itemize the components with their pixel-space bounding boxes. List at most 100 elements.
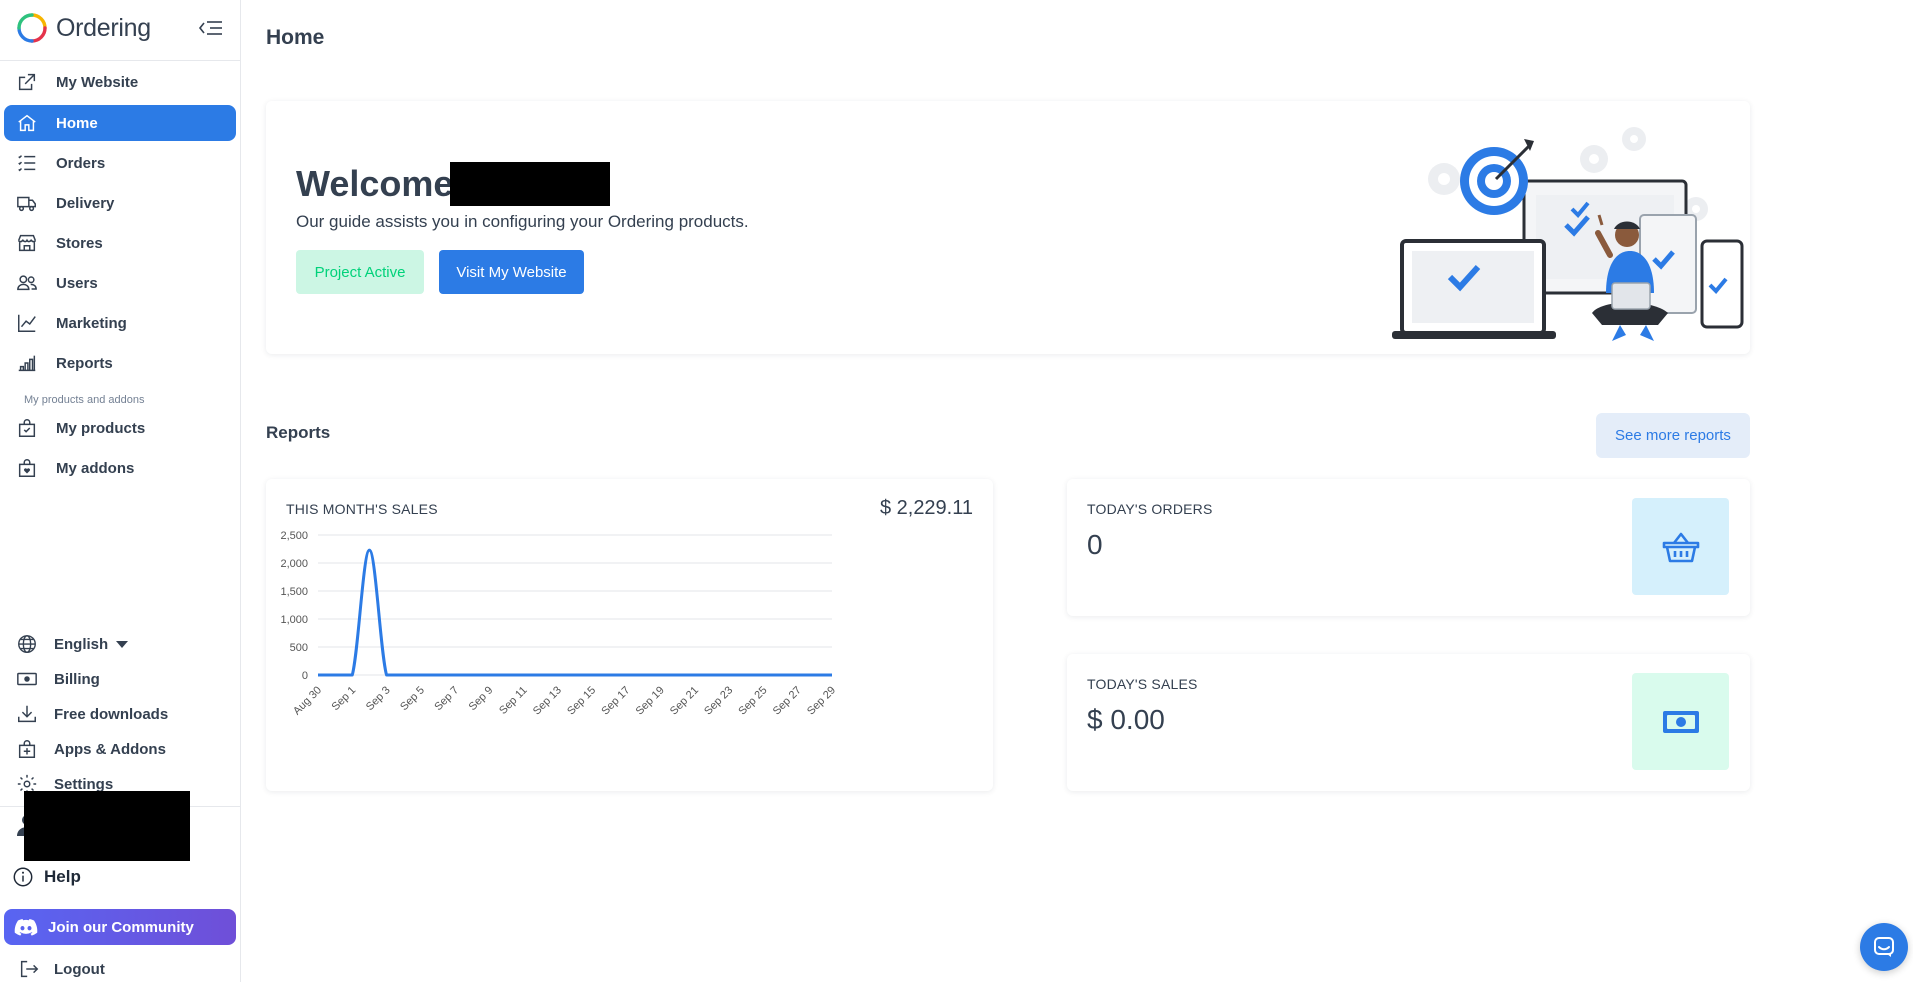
chart-y-tick-label: 2,500 bbox=[280, 530, 308, 542]
cash-icon bbox=[17, 672, 37, 686]
sidebar-item-label: My Website bbox=[56, 73, 139, 91]
chart-x-tick-label: Sep 23 bbox=[702, 684, 735, 717]
todays-sales-label: TODAY'S SALES bbox=[1087, 676, 1198, 692]
chart-y-tick-label: 0 bbox=[302, 670, 308, 682]
bag-plus-icon bbox=[18, 740, 36, 758]
chart-x-tick-label: Sep 9 bbox=[467, 684, 496, 713]
sidebar-item-my-products[interactable]: My products bbox=[4, 410, 236, 446]
ordering-logo-icon bbox=[17, 13, 47, 43]
welcome-title: Welcome bbox=[296, 163, 454, 204]
sidebar-item-label: Free downloads bbox=[54, 705, 169, 723]
todays-sales-card: TODAY'S SALES $ 0.00 bbox=[1067, 654, 1750, 791]
chart-x-tick-label: Aug 30 bbox=[291, 684, 324, 717]
sidebar-item-users[interactable]: Users bbox=[4, 265, 236, 301]
sidebar-item-label: My addons bbox=[56, 459, 135, 477]
brand-logo[interactable]: Ordering bbox=[16, 12, 151, 44]
shop-icon bbox=[18, 234, 36, 252]
sidebar-item-apps-addons[interactable]: Apps & Addons bbox=[4, 734, 236, 764]
logout-label: Logout bbox=[54, 960, 105, 978]
language-label: English bbox=[54, 635, 109, 653]
sidebar-item-my-website[interactable]: My Website bbox=[4, 64, 236, 100]
todays-orders-card: TODAY'S ORDERS 0 bbox=[1067, 479, 1750, 616]
chart-series-line bbox=[317, 548, 832, 677]
sidebar-item-label: Billing bbox=[54, 670, 100, 688]
sidebar-item-free-downloads[interactable]: Free downloads bbox=[4, 699, 236, 729]
chart-x-tick-label: Sep 7 bbox=[432, 684, 461, 713]
people-icon bbox=[17, 275, 37, 291]
visit-my-website-button[interactable]: Visit My Website bbox=[439, 250, 584, 294]
chart-x-tick-label: Sep 1 bbox=[330, 684, 359, 713]
join-community-label: Join our Community bbox=[48, 918, 194, 936]
monthly-sales-card: THIS MONTH'S SALES $ 2,229.11 0 500 1,000 1… bbox=[266, 479, 993, 791]
welcome-subtitle: Our guide assists you in configuring you… bbox=[296, 212, 749, 231]
sidebar-item-label: Home bbox=[56, 114, 98, 132]
truck-icon bbox=[17, 196, 36, 212]
logout-icon bbox=[20, 960, 39, 978]
sidebar-item-label: Marketing bbox=[56, 314, 127, 332]
sidebar: Ordering My Website Home Orders Delivery… bbox=[0, 0, 241, 982]
chat-icon bbox=[1874, 937, 1894, 957]
help-link[interactable]: Help bbox=[12, 866, 81, 888]
sidebar-item-label: Settings bbox=[54, 775, 114, 793]
todays-orders-value: 0 bbox=[1087, 529, 1103, 560]
cash-icon bbox=[1662, 710, 1699, 733]
chart-x-tick-label: Sep 5 bbox=[398, 684, 427, 713]
sidebar-item-home[interactable]: Home bbox=[4, 105, 236, 141]
welcome-illustration bbox=[1392, 127, 1744, 341]
collapse-sidebar-button[interactable] bbox=[196, 16, 226, 40]
chart-x-tick-label: Sep 21 bbox=[668, 684, 701, 717]
monthly-sales-label: THIS MONTH'S SALES bbox=[286, 501, 438, 517]
globe-icon bbox=[18, 635, 36, 653]
chart-x-tick-label: Sep 19 bbox=[634, 684, 667, 717]
sales-icon-box bbox=[1632, 673, 1729, 770]
chart-y-tick-label: 500 bbox=[290, 642, 308, 654]
monthly-sales-chart: 0 500 1,000 1,500 2,000 2,500 Aug 30 Sep 1 Sep 3… bbox=[280, 530, 838, 717]
redacted-user-name bbox=[24, 791, 190, 861]
welcome-card: Welcome Our guide assists you in configu… bbox=[266, 101, 1750, 354]
house-icon bbox=[18, 114, 36, 132]
chart-y-tick-label: 1,500 bbox=[280, 586, 308, 598]
chart-x-tick-label: Sep 11 bbox=[497, 684, 530, 717]
sidebar-item-reports[interactable]: Reports bbox=[4, 345, 236, 381]
language-selector[interactable]: English bbox=[4, 629, 236, 659]
chart-x-tick-label: Sep 15 bbox=[565, 684, 598, 717]
caret-down-icon bbox=[116, 640, 129, 648]
todays-sales-value: $ 0.00 bbox=[1087, 704, 1165, 735]
help-label: Help bbox=[44, 867, 81, 886]
sidebar-item-label: My products bbox=[56, 419, 146, 437]
download-icon bbox=[18, 705, 36, 723]
sidebar-item-marketing[interactable]: Marketing bbox=[4, 305, 236, 341]
sidebar-item-orders[interactable]: Orders bbox=[4, 145, 236, 181]
list-icon bbox=[18, 155, 36, 172]
todays-orders-label: TODAY'S ORDERS bbox=[1087, 501, 1213, 517]
sidebar-divider bbox=[0, 60, 240, 61]
sidebar-item-my-addons[interactable]: My addons bbox=[4, 450, 236, 486]
external-link-icon bbox=[18, 73, 36, 91]
basket-icon bbox=[1662, 532, 1699, 562]
sidebar-item-label: Apps & Addons bbox=[54, 740, 166, 758]
sidebar-item-delivery[interactable]: Delivery bbox=[4, 185, 236, 221]
page-title: Home bbox=[266, 26, 325, 49]
orders-icon-box bbox=[1632, 498, 1729, 595]
chart-x-tick-label: Sep 17 bbox=[599, 684, 632, 717]
bag-heart-icon bbox=[18, 459, 36, 477]
redacted-user-name bbox=[450, 162, 610, 206]
logout-button[interactable]: Logout bbox=[18, 958, 105, 980]
sidebar-section-label: My products and addons bbox=[24, 394, 145, 406]
sidebar-item-stores[interactable]: Stores bbox=[4, 225, 236, 261]
graph-up-icon bbox=[18, 314, 36, 332]
sidebar-item-label: Users bbox=[56, 274, 98, 292]
sidebar-item-label: Delivery bbox=[56, 194, 115, 212]
chart-x-tick-label: Sep 27 bbox=[771, 684, 804, 717]
brand-name: Ordering bbox=[56, 13, 151, 42]
chart-x-tick-label: Sep 3 bbox=[364, 684, 393, 713]
sidebar-item-label: Stores bbox=[56, 234, 103, 252]
discord-icon bbox=[14, 919, 38, 936]
see-more-reports-button[interactable]: See more reports bbox=[1596, 413, 1750, 458]
sidebar-item-label: Orders bbox=[56, 154, 106, 172]
join-community-button[interactable]: Join our Community bbox=[4, 909, 236, 945]
sidebar-item-label: Reports bbox=[56, 354, 113, 372]
chart-y-tick-label: 2,000 bbox=[280, 558, 308, 570]
support-chat-button[interactable] bbox=[1860, 923, 1908, 971]
sidebar-item-billing[interactable]: Billing bbox=[4, 664, 236, 694]
